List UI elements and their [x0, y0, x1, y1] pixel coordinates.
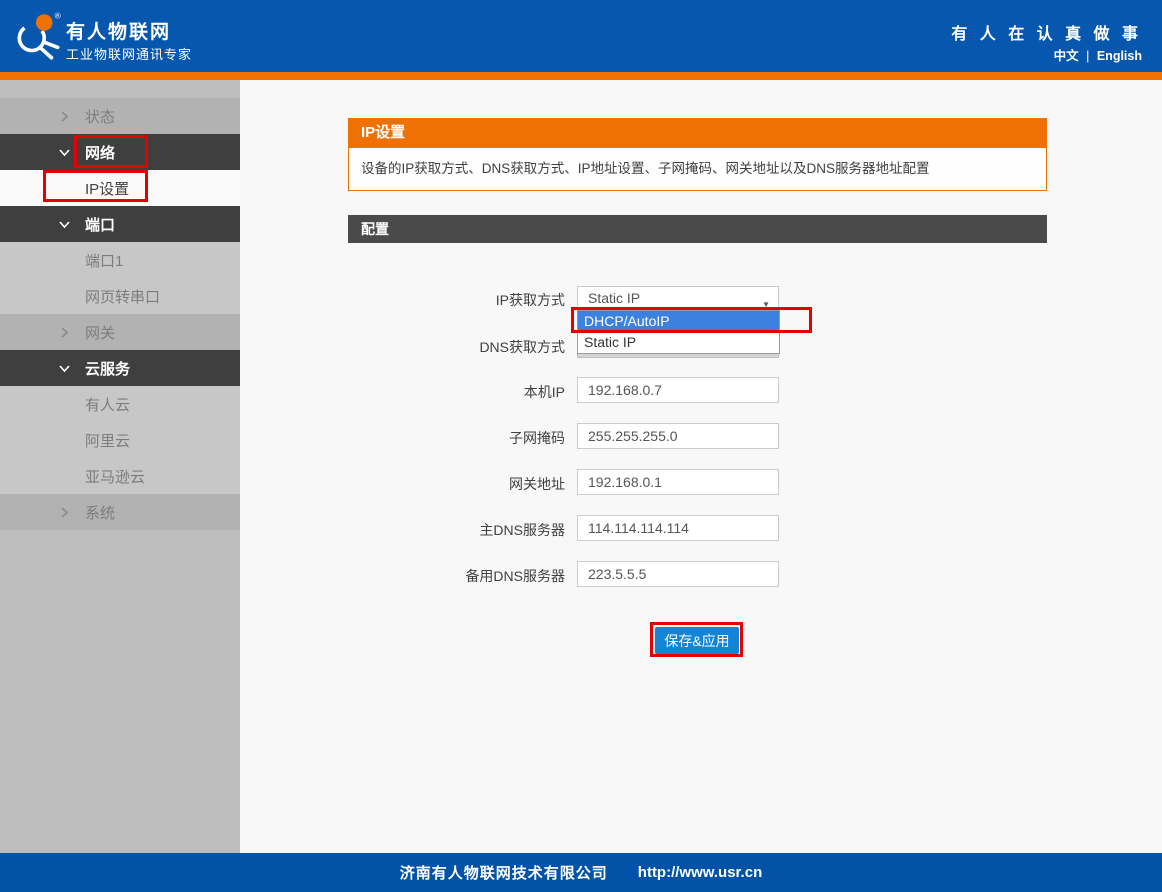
config-section-title: 配置	[348, 215, 1047, 243]
local-ip-label: 本机IP	[240, 382, 565, 402]
accent-strip	[0, 72, 1162, 80]
sidebar-item-label: 端口	[85, 214, 115, 235]
ip-mode-dropdown-list: DHCP/AutoIP Static IP	[577, 310, 780, 354]
brand-name: 有人物联网	[66, 17, 171, 44]
chevron-right-icon	[58, 326, 71, 339]
netmask-label: 子网掩码	[240, 428, 565, 448]
chevron-right-icon	[58, 506, 71, 519]
ip-mode-select[interactable]: Static IP ▼	[577, 286, 779, 310]
usr-logo-icon: ®	[10, 8, 66, 64]
sidebar-item-label: 端口1	[85, 250, 123, 271]
page-title: IP设置	[348, 118, 1047, 147]
sidebar-item-ip-settings[interactable]: IP设置	[0, 170, 240, 206]
sidebar-item-label: IP设置	[85, 178, 129, 199]
sidebar-item-label: 亚马逊云	[85, 466, 145, 487]
sidebar-item-port1[interactable]: 端口1	[0, 242, 240, 278]
gateway-input[interactable]	[577, 469, 779, 495]
sidebar-item-label: 网页转串口	[85, 286, 160, 307]
language-switcher: 中文 | English	[1054, 45, 1142, 64]
sidebar-item-amazon-cloud[interactable]: 亚马逊云	[0, 458, 240, 494]
sidebar-item-system[interactable]: 系统	[0, 494, 240, 530]
page-description: 设备的IP获取方式、DNS获取方式、IP地址设置、子网掩码、网关地址以及DNS服…	[348, 147, 1047, 191]
sidebar-item-network[interactable]: 网络	[0, 134, 240, 170]
sidebar-item-label: 网络	[85, 142, 115, 163]
chevron-down-icon	[58, 218, 71, 231]
sidebar-item-label: 云服务	[85, 358, 130, 379]
svg-text:®: ®	[55, 10, 61, 20]
local-ip-input[interactable]	[577, 377, 779, 403]
chevron-down-icon	[58, 362, 71, 375]
dns1-input[interactable]	[577, 515, 779, 541]
header-motto: 有 人 在 认 真 做 事	[951, 20, 1142, 44]
dropdown-option-static[interactable]: Static IP	[578, 332, 779, 353]
chevron-right-icon	[58, 110, 71, 123]
sidebar-item-status[interactable]: 状态	[0, 98, 240, 134]
sidebar-item-ali-cloud[interactable]: 阿里云	[0, 422, 240, 458]
ip-mode-selected-value: Static IP	[588, 290, 640, 306]
sidebar-item-cloud-service[interactable]: 云服务	[0, 350, 240, 386]
footer-company: 济南有人物联网技术有限公司	[400, 862, 608, 883]
save-apply-button[interactable]: 保存&应用	[655, 627, 739, 654]
sidebar-item-gateway[interactable]: 网关	[0, 314, 240, 350]
dropdown-option-dhcp[interactable]: DHCP/AutoIP	[578, 311, 779, 332]
dns2-input[interactable]	[577, 561, 779, 587]
footer-url-link[interactable]: http://www.usr.cn	[638, 864, 762, 881]
gateway-label: 网关地址	[240, 474, 565, 494]
sidebar-nav: 状态 网络 IP设置 端口 端口1 网页转串口 网关	[0, 80, 240, 853]
ip-mode-label: IP获取方式	[240, 290, 565, 310]
lang-english-link[interactable]: English	[1097, 49, 1142, 63]
sidebar-item-label: 有人云	[85, 394, 130, 415]
lang-chinese-link[interactable]: 中文	[1054, 49, 1079, 63]
lang-divider: |	[1086, 49, 1089, 63]
sidebar-item-label: 系统	[85, 502, 115, 523]
footer: 济南有人物联网技术有限公司 http://www.usr.cn	[0, 853, 1162, 892]
dns2-label: 备用DNS服务器	[240, 566, 565, 586]
dns1-label: 主DNS服务器	[240, 520, 565, 540]
chevron-down-icon	[58, 146, 71, 159]
dns-mode-label: DNS获取方式	[240, 337, 565, 357]
netmask-input[interactable]	[577, 423, 779, 449]
sidebar-item-usr-cloud[interactable]: 有人云	[0, 386, 240, 422]
header: ® 有人物联网 工业物联网通讯专家 有 人 在 认 真 做 事 中文 | Eng…	[0, 0, 1162, 72]
sidebar-item-label: 网关	[85, 322, 115, 343]
sidebar-item-label: 状态	[85, 106, 115, 127]
main-content: IP设置 设备的IP获取方式、DNS获取方式、IP地址设置、子网掩码、网关地址以…	[240, 80, 1162, 853]
sidebar-item-label: 阿里云	[85, 430, 130, 451]
page: ® 有人物联网 工业物联网通讯专家 有 人 在 认 真 做 事 中文 | Eng…	[0, 0, 1162, 892]
sidebar-item-port[interactable]: 端口	[0, 206, 240, 242]
sidebar-item-web-to-serial[interactable]: 网页转串口	[0, 278, 240, 314]
brand-slogan: 工业物联网通讯专家	[66, 44, 192, 63]
